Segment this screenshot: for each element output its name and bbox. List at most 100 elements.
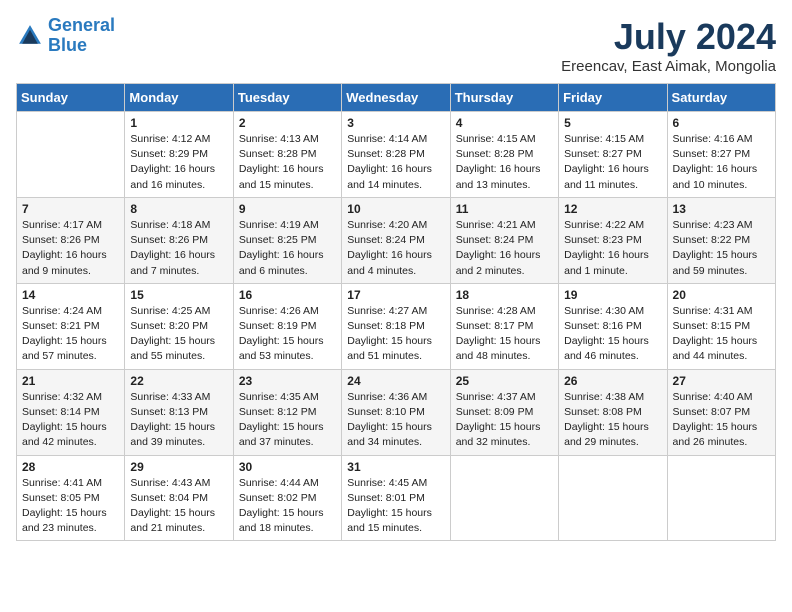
calendar-cell: 22 Sunrise: 4:33 AMSunset: 8:13 PMDayligh… (125, 369, 233, 455)
cell-info: Sunrise: 4:16 AMSunset: 8:27 PMDaylight:… (673, 132, 770, 193)
day-number: 8 (130, 202, 227, 216)
calendar-cell (667, 455, 775, 541)
title-block: July 2024 Ereencav, East Aimak, Mongolia (561, 16, 776, 75)
calendar-cell (450, 455, 558, 541)
calendar-cell: 7 Sunrise: 4:17 AMSunset: 8:26 PMDaylight… (17, 197, 125, 283)
cell-info: Sunrise: 4:24 AMSunset: 8:21 PMDaylight:… (22, 304, 119, 365)
day-number: 2 (239, 116, 336, 130)
cell-info: Sunrise: 4:38 AMSunset: 8:08 PMDaylight:… (564, 390, 661, 451)
calendar-week-row: 1 Sunrise: 4:12 AMSunset: 8:29 PMDaylight… (17, 112, 776, 198)
calendar-cell: 19 Sunrise: 4:30 AMSunset: 8:16 PMDayligh… (559, 283, 667, 369)
day-number: 30 (239, 460, 336, 474)
calendar-cell: 20Sunrise: 4:31 AMSunset: 8:15 PMDayligh… (667, 283, 775, 369)
calendar-cell: 21 Sunrise: 4:32 AMSunset: 8:14 PMDayligh… (17, 369, 125, 455)
day-number: 26 (564, 374, 661, 388)
calendar-cell: 4 Sunrise: 4:15 AMSunset: 8:28 PMDaylight… (450, 112, 558, 198)
calendar-week-row: 28Sunrise: 4:41 AMSunset: 8:05 PMDayligh… (17, 455, 776, 541)
cell-info: Sunrise: 4:23 AMSunset: 8:22 PMDaylight:… (673, 218, 770, 279)
day-number: 19 (564, 288, 661, 302)
day-number: 25 (456, 374, 553, 388)
cell-info: Sunrise: 4:25 AMSunset: 8:20 PMDaylight:… (130, 304, 227, 365)
day-number: 1 (130, 116, 227, 130)
weekday-header: Thursday (450, 84, 558, 112)
cell-info: Sunrise: 4:28 AMSunset: 8:17 PMDaylight:… (456, 304, 553, 365)
calendar-cell: 5 Sunrise: 4:15 AMSunset: 8:27 PMDaylight… (559, 112, 667, 198)
day-number: 15 (130, 288, 227, 302)
weekday-header-row: SundayMondayTuesdayWednesdayThursdayFrid… (17, 84, 776, 112)
day-number: 10 (347, 202, 444, 216)
cell-info: Sunrise: 4:32 AMSunset: 8:14 PMDaylight:… (22, 390, 119, 451)
calendar-cell: 18 Sunrise: 4:28 AMSunset: 8:17 PMDayligh… (450, 283, 558, 369)
cell-info: Sunrise: 4:14 AMSunset: 8:28 PMDaylight:… (347, 132, 444, 193)
day-number: 22 (130, 374, 227, 388)
day-number: 14 (22, 288, 119, 302)
calendar-cell (17, 112, 125, 198)
weekday-header: Wednesday (342, 84, 450, 112)
cell-info: Sunrise: 4:45 AMSunset: 8:01 PMDaylight:… (347, 476, 444, 537)
day-number: 21 (22, 374, 119, 388)
calendar-cell: 30 Sunrise: 4:44 AMSunset: 8:02 PMDayligh… (233, 455, 341, 541)
day-number: 13 (673, 202, 770, 216)
cell-info: Sunrise: 4:18 AMSunset: 8:26 PMDaylight:… (130, 218, 227, 279)
calendar-cell (559, 455, 667, 541)
cell-info: Sunrise: 4:15 AMSunset: 8:27 PMDaylight:… (564, 132, 661, 193)
calendar-cell: 8 Sunrise: 4:18 AMSunset: 8:26 PMDaylight… (125, 197, 233, 283)
calendar-cell: 1 Sunrise: 4:12 AMSunset: 8:29 PMDaylight… (125, 112, 233, 198)
day-number: 24 (347, 374, 444, 388)
month-year: July 2024 (561, 16, 776, 58)
calendar-table: SundayMondayTuesdayWednesdayThursdayFrid… (16, 83, 776, 541)
calendar-cell: 26 Sunrise: 4:38 AMSunset: 8:08 PMDayligh… (559, 369, 667, 455)
day-number: 3 (347, 116, 444, 130)
calendar-cell: 17Sunrise: 4:27 AMSunset: 8:18 PMDayligh… (342, 283, 450, 369)
calendar-cell: 27 Sunrise: 4:40 AMSunset: 8:07 PMDayligh… (667, 369, 775, 455)
day-number: 11 (456, 202, 553, 216)
day-number: 27 (673, 374, 770, 388)
cell-info: Sunrise: 4:44 AMSunset: 8:02 PMDaylight:… (239, 476, 336, 537)
calendar-cell: 31 Sunrise: 4:45 AMSunset: 8:01 PMDayligh… (342, 455, 450, 541)
cell-info: Sunrise: 4:36 AMSunset: 8:10 PMDaylight:… (347, 390, 444, 451)
cell-info: Sunrise: 4:12 AMSunset: 8:29 PMDaylight:… (130, 132, 227, 193)
day-number: 18 (456, 288, 553, 302)
weekday-header: Sunday (17, 84, 125, 112)
calendar-cell: 6 Sunrise: 4:16 AMSunset: 8:27 PMDaylight… (667, 112, 775, 198)
cell-info: Sunrise: 4:40 AMSunset: 8:07 PMDaylight:… (673, 390, 770, 451)
cell-info: Sunrise: 4:17 AMSunset: 8:26 PMDaylight:… (22, 218, 119, 279)
day-number: 4 (456, 116, 553, 130)
cell-info: Sunrise: 4:21 AMSunset: 8:24 PMDaylight:… (456, 218, 553, 279)
weekday-header: Friday (559, 84, 667, 112)
day-number: 29 (130, 460, 227, 474)
day-number: 5 (564, 116, 661, 130)
day-number: 31 (347, 460, 444, 474)
calendar-cell: 15 Sunrise: 4:25 AMSunset: 8:20 PMDayligh… (125, 283, 233, 369)
cell-info: Sunrise: 4:19 AMSunset: 8:25 PMDaylight:… (239, 218, 336, 279)
calendar-cell: 13 Sunrise: 4:23 AMSunset: 8:22 PMDayligh… (667, 197, 775, 283)
cell-info: Sunrise: 4:43 AMSunset: 8:04 PMDaylight:… (130, 476, 227, 537)
weekday-header: Saturday (667, 84, 775, 112)
calendar-cell: 10Sunrise: 4:20 AMSunset: 8:24 PMDayligh… (342, 197, 450, 283)
cell-info: Sunrise: 4:15 AMSunset: 8:28 PMDaylight:… (456, 132, 553, 193)
page-header: General Blue July 2024 Ereencav, East Ai… (16, 16, 776, 75)
day-number: 7 (22, 202, 119, 216)
cell-info: Sunrise: 4:41 AMSunset: 8:05 PMDaylight:… (22, 476, 119, 537)
cell-info: Sunrise: 4:30 AMSunset: 8:16 PMDaylight:… (564, 304, 661, 365)
cell-info: Sunrise: 4:33 AMSunset: 8:13 PMDaylight:… (130, 390, 227, 451)
day-number: 23 (239, 374, 336, 388)
cell-info: Sunrise: 4:35 AMSunset: 8:12 PMDaylight:… (239, 390, 336, 451)
weekday-header: Tuesday (233, 84, 341, 112)
calendar-cell: 29 Sunrise: 4:43 AMSunset: 8:04 PMDayligh… (125, 455, 233, 541)
logo-icon (16, 22, 44, 50)
calendar-cell: 16Sunrise: 4:26 AMSunset: 8:19 PMDayligh… (233, 283, 341, 369)
day-number: 6 (673, 116, 770, 130)
cell-info: Sunrise: 4:13 AMSunset: 8:28 PMDaylight:… (239, 132, 336, 193)
calendar-week-row: 7 Sunrise: 4:17 AMSunset: 8:26 PMDaylight… (17, 197, 776, 283)
calendar-cell: 14 Sunrise: 4:24 AMSunset: 8:21 PMDayligh… (17, 283, 125, 369)
day-number: 20 (673, 288, 770, 302)
cell-info: Sunrise: 4:22 AMSunset: 8:23 PMDaylight:… (564, 218, 661, 279)
calendar-cell: 24 Sunrise: 4:36 AMSunset: 8:10 PMDayligh… (342, 369, 450, 455)
day-number: 9 (239, 202, 336, 216)
day-number: 16 (239, 288, 336, 302)
calendar-cell: 28Sunrise: 4:41 AMSunset: 8:05 PMDayligh… (17, 455, 125, 541)
location: Ereencav, East Aimak, Mongolia (561, 58, 776, 75)
calendar-cell: 3 Sunrise: 4:14 AMSunset: 8:28 PMDaylight… (342, 112, 450, 198)
calendar-cell: 23 Sunrise: 4:35 AMSunset: 8:12 PMDayligh… (233, 369, 341, 455)
